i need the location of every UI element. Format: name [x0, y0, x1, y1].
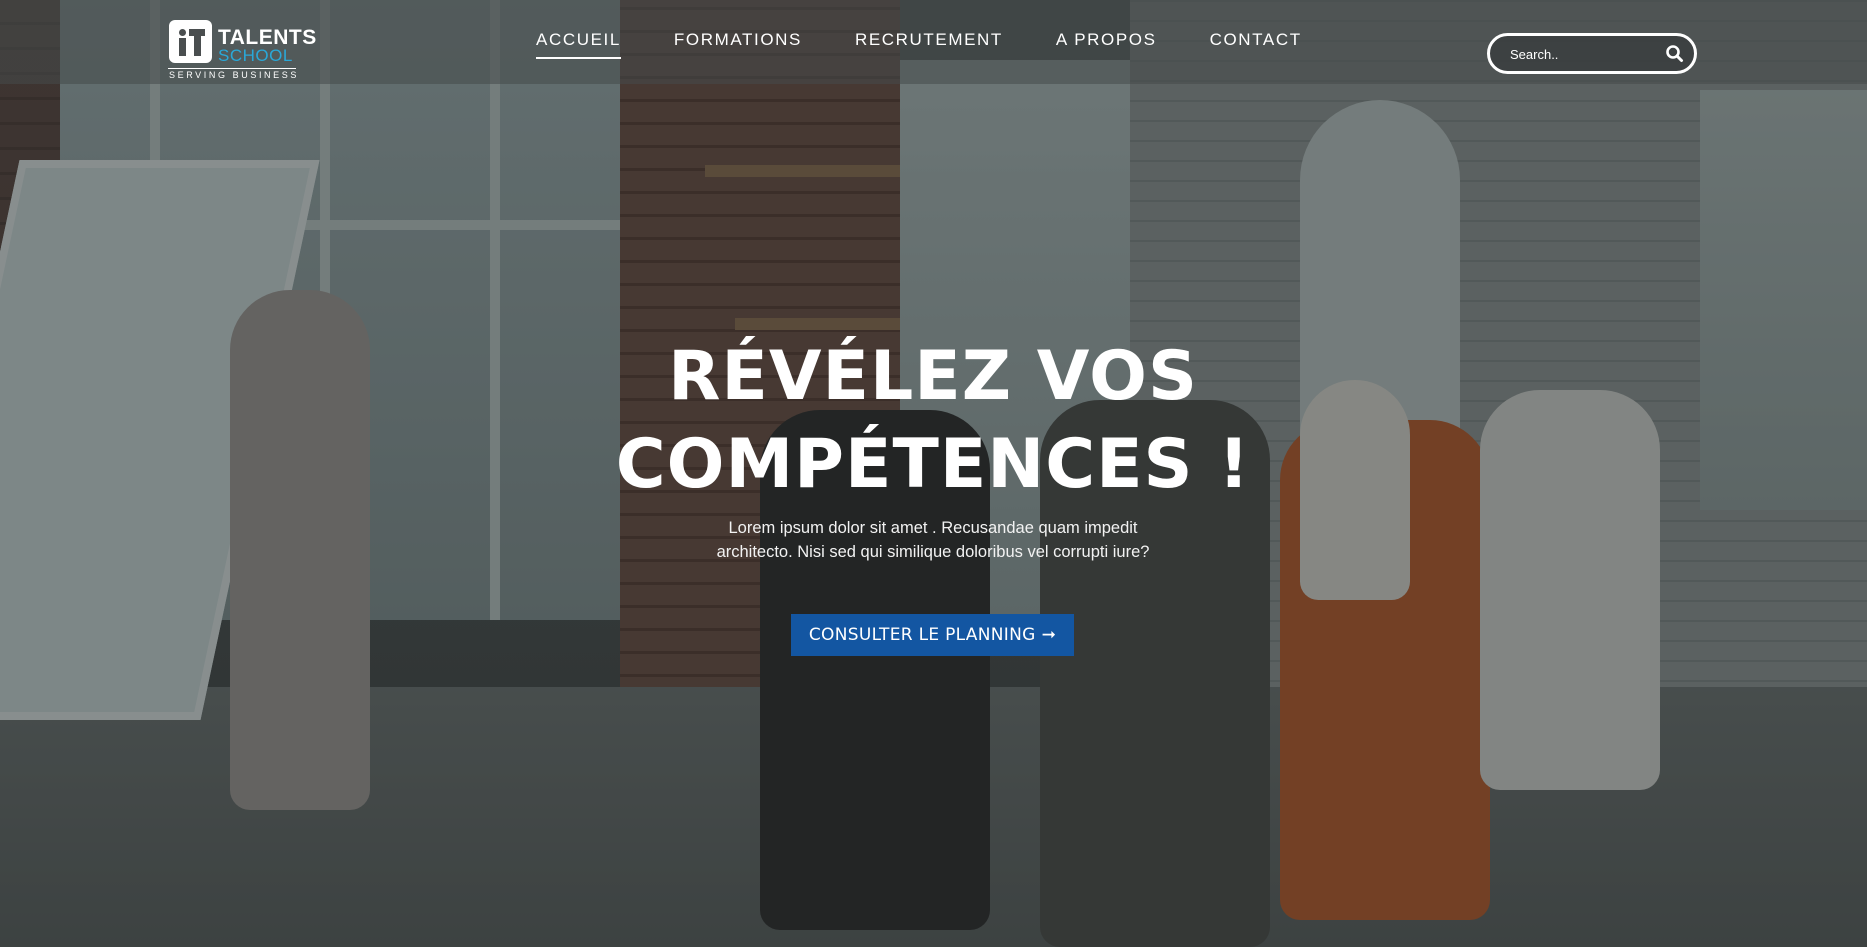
hero-description-line-1: Lorem ipsum dolor sit amet . Recusandae …	[728, 519, 1138, 537]
hero-title: RÉVÉLEZ VOS COMPÉTENCES !	[533, 333, 1333, 509]
cta-label: CONSULTER LE PLANNING	[808, 625, 1036, 645]
logo-mark-icon	[169, 20, 212, 63]
arrow-right-icon: ➞	[1041, 625, 1057, 645]
nav-item-accueil[interactable]: ACCUEIL	[536, 30, 621, 59]
hero-description-line-2: architecto. Nisi sed qui similique dolor…	[716, 543, 1150, 561]
hero-title-line-2: COMPÉTENCES !	[615, 425, 1251, 504]
hero-title-line-1: RÉVÉLEZ VOS	[668, 337, 1198, 416]
consulter-planning-button[interactable]: CONSULTER LE PLANNING ➞	[791, 614, 1074, 656]
logo-tagline: SERVING BUSINESS	[169, 70, 299, 80]
hero-description: Lorem ipsum dolor sit amet . Recusandae …	[633, 516, 1233, 564]
search-box	[1487, 33, 1697, 74]
nav-item-formations[interactable]: FORMATIONS	[674, 30, 802, 59]
nav-item-a-propos[interactable]: A PROPOS	[1056, 30, 1157, 59]
main-nav: ACCUEIL FORMATIONS RECRUTEMENT A PROPOS …	[536, 0, 1355, 84]
search-icon[interactable]	[1664, 43, 1686, 65]
logo-divider	[168, 68, 296, 69]
nav-item-recrutement[interactable]: RECRUTEMENT	[855, 30, 1003, 59]
search-input[interactable]	[1510, 44, 1660, 64]
nav-item-contact[interactable]: CONTACT	[1210, 30, 1302, 59]
site-header: TALENTS SCHOOL SERVING BUSINESS ACCUEIL …	[0, 0, 1867, 84]
hero-section: TALENTS SCHOOL SERVING BUSINESS ACCUEIL …	[0, 0, 1867, 947]
talents-school-logo[interactable]: TALENTS SCHOOL SERVING BUSINESS	[168, 18, 318, 80]
logo-word-school: SCHOOL	[218, 46, 293, 65]
